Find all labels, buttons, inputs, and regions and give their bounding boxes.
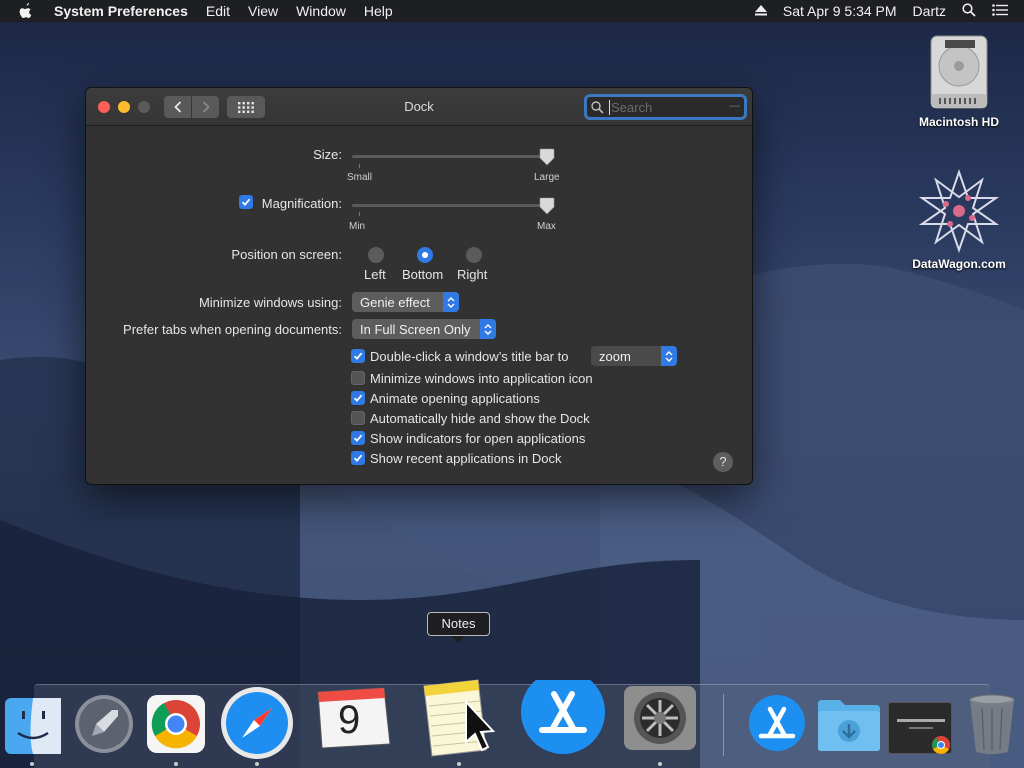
size-min-label: Small [347,172,373,183]
magnification-label: Magnification: [261,196,342,211]
position-left-radio[interactable] [368,247,384,263]
size-label: Size: [313,147,342,162]
clock[interactable]: Sat Apr 9 5:34 PM [783,3,897,19]
finder-icon[interactable] [4,697,62,755]
magnification-slider[interactable] [352,204,548,207]
magnification-min-label: Min [349,221,366,232]
double-click-label: Double-click a window’s title bar to [370,349,569,364]
checkmark-icon [353,454,363,462]
minimize-effect-label: Minimize windows using: [198,295,342,310]
magnification-slider-tick [359,212,360,216]
chrome-badge-icon [932,736,950,754]
dock-preferences-window: Dock Search — Size: Small Large Magnific… [85,87,753,485]
dock-separator [723,694,724,756]
minimize-into-app-checkbox[interactable] [351,371,365,385]
magnification-slider-thumb[interactable] [539,197,555,215]
position-bottom-label: Bottom [402,267,444,282]
user-name[interactable]: Dartz [913,3,946,19]
trash-icon[interactable] [966,694,1018,756]
minimize-into-app-label: Minimize windows into application icon [370,371,593,386]
app-store-recent-icon[interactable] [748,694,806,752]
search-cancel-icon[interactable]: — [729,100,740,112]
chrome-window-preview[interactable] [888,702,952,754]
updown-arrows-icon [443,292,459,312]
minimize-effect-value: Genie effect [360,294,430,310]
size-max-label: Large [534,172,560,183]
animate-opening-checkbox[interactable] [351,391,365,405]
show-indicators-label: Show indicators for open applications [370,431,586,446]
menu-view[interactable]: View [248,3,278,19]
checkmark-icon [353,394,363,402]
calendar-icon[interactable]: 9 [314,686,392,750]
position-bottom-radio[interactable] [417,247,433,263]
running-indicator [457,762,461,766]
minimize-effect-popup[interactable]: Genie effect [352,292,459,312]
size-slider-tick [359,164,360,168]
position-label: Position on screen: [231,247,342,262]
prefer-tabs-label: Prefer tabs when opening documents: [123,322,342,337]
autohide-dock-checkbox[interactable] [351,411,365,425]
apple-menu-icon[interactable] [18,2,40,20]
safari-icon[interactable] [220,686,294,760]
spotlight-icon[interactable] [962,2,976,20]
title-bar: Dock Search — [86,88,752,126]
notification-center-icon[interactable] [992,3,1008,19]
running-indicator [658,762,662,766]
double-click-popup[interactable]: zoom [591,346,677,366]
autohide-dock-label: Automatically hide and show the Dock [370,411,590,426]
prefer-tabs-value: In Full Screen Only [360,321,471,337]
hard-drive-icon [930,35,988,109]
double-click-checkbox[interactable] [351,349,365,363]
tooltip-pointer [451,636,465,643]
downloads-folder-icon[interactable] [816,696,882,752]
running-indicator [174,762,178,766]
show-indicators-checkbox[interactable] [351,431,365,445]
checkmark-icon [241,198,251,206]
notes-icon[interactable] [420,676,502,766]
desktop-icon-label: DataWagon.com [912,257,1006,271]
search-field[interactable]: Search — [584,94,747,120]
position-left-label: Left [364,267,386,282]
updown-arrows-icon [480,319,496,339]
show-recent-apps-label: Show recent applications in Dock [370,451,562,466]
double-click-value: zoom [599,348,631,364]
preview-line [909,727,933,729]
system-preferences-icon[interactable] [622,686,698,750]
position-right-radio[interactable] [466,247,482,263]
dock-tooltip: Notes [427,612,490,636]
desktop-icon-label: Macintosh HD [918,115,999,129]
position-right-label: Right [457,267,488,282]
updown-arrows-icon [661,346,677,366]
size-slider-thumb[interactable] [539,148,555,166]
desktop-icon-macintosh-hd[interactable]: Macintosh HD [905,32,1013,129]
prefer-tabs-popup[interactable]: In Full Screen Only [352,319,496,339]
chrome-icon[interactable] [146,694,206,754]
menu-edit[interactable]: Edit [206,3,230,19]
launchpad-icon[interactable] [74,694,134,754]
running-indicator [255,762,259,766]
search-icon [591,100,609,114]
size-slider[interactable] [352,155,548,158]
app-store-icon[interactable] [520,680,606,754]
menu-help[interactable]: Help [364,3,393,19]
running-indicator [30,762,34,766]
magnification-max-label: Max [537,221,556,232]
preview-search-bar [897,719,945,722]
search-placeholder: Search [609,99,653,115]
calendar-day: 9 [338,698,361,742]
checkmark-icon [353,434,363,442]
menu-window[interactable]: Window [296,3,346,19]
show-recent-apps-checkbox[interactable] [351,451,365,465]
star-pattern-icon [918,168,1000,254]
desktop-icon-datawagon[interactable]: DataWagon.com [898,168,1020,271]
help-button[interactable]: ? [713,452,733,472]
magnification-checkbox[interactable] [239,195,253,209]
eject-icon[interactable] [754,3,767,19]
menu-bar: System Preferences Edit View Window Help… [0,0,1024,22]
checkmark-icon [353,352,363,360]
menu-app-name[interactable]: System Preferences [54,3,188,19]
animate-opening-label: Animate opening applications [370,391,540,406]
